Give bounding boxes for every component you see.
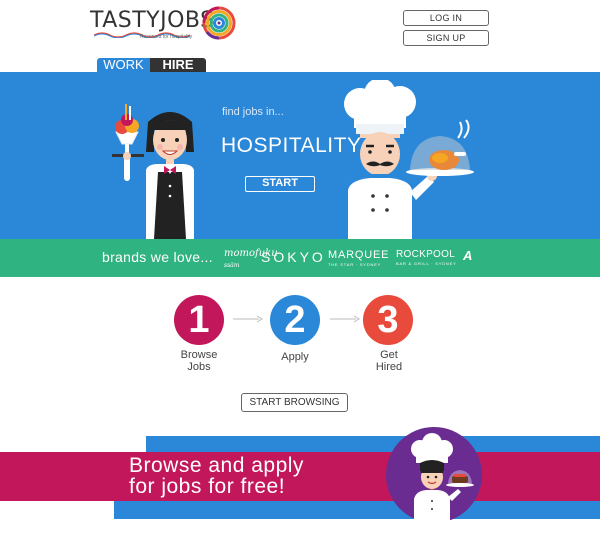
logo-tagline: Reserved for hospitality	[140, 34, 193, 40]
promo-band-top	[146, 436, 600, 452]
step-1-label: Browse Jobs	[180, 349, 218, 373]
step-3-label: Get Hired	[375, 349, 403, 373]
signup-button[interactable]: SIGN UP	[403, 30, 489, 46]
step-1-circle: 1	[174, 295, 224, 345]
step-3-circle: 3	[363, 295, 413, 345]
waitress-illustration	[112, 104, 194, 239]
arrow-right-icon	[233, 315, 263, 323]
step-2-label: Apply	[281, 351, 309, 363]
promo-text: Browse and apply for jobs for free!	[129, 454, 304, 498]
tab-work[interactable]: WORK	[97, 58, 150, 72]
brand-rockpool[interactable]: ROCKPOOL BAR & GRILL · SYDNEY	[396, 249, 457, 266]
brand-marquee[interactable]: MARQUEE THE STAR · SYDNEY	[328, 249, 389, 267]
tastyjobs-logo[interactable]: TASTYJOBS Reserved for hospitality	[90, 6, 240, 44]
find-jobs-text: find jobs in...	[222, 106, 284, 118]
brand-sokyo[interactable]: SOKYO	[261, 249, 326, 265]
start-browsing-button[interactable]: START BROWSING	[241, 393, 348, 412]
brand-a[interactable]: A	[463, 248, 472, 263]
chef-badge-illustration	[386, 427, 482, 523]
login-button[interactable]: LOG IN	[403, 10, 489, 26]
step-2-circle: 2	[270, 295, 320, 345]
arrow-right-icon	[330, 315, 360, 323]
start-button[interactable]: START	[245, 176, 315, 192]
hero-banner: find jobs in... HOSPITALITY START	[0, 72, 600, 239]
brands-label: brands we love...	[102, 249, 213, 265]
promo-band-bottom	[114, 501, 600, 519]
brands-strip: brands we love... momofuku ssäm SOKYO MAR…	[0, 239, 600, 277]
chef-illustration	[344, 80, 474, 239]
rainbow-swirl-icon	[202, 6, 236, 40]
site-header: TASTYJOBS Reserved for hospitality LOG I…	[0, 0, 600, 58]
tab-hire[interactable]: HIRE	[150, 58, 206, 72]
